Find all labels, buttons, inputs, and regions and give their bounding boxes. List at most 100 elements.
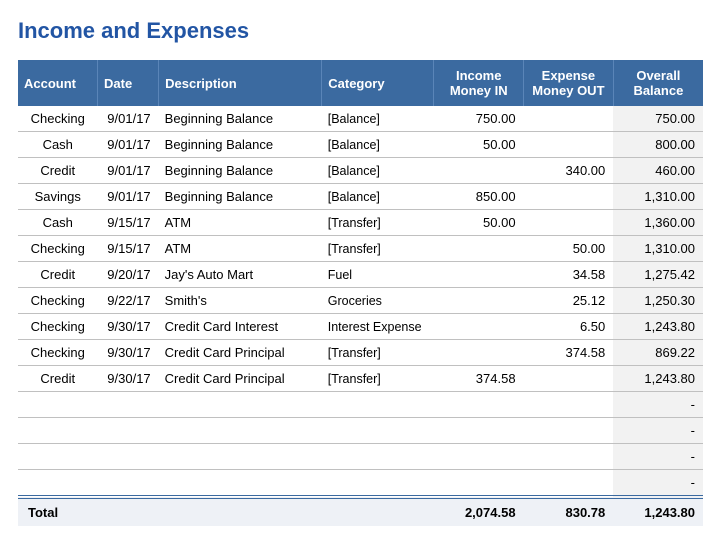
cell-category: [Balance] bbox=[322, 132, 434, 158]
cell-account: Checking bbox=[18, 314, 98, 340]
cell-balance: 1,243.80 bbox=[613, 366, 703, 392]
cell-description bbox=[159, 444, 322, 470]
cell-date: 9/01/17 bbox=[98, 106, 159, 132]
cell-expense bbox=[524, 184, 614, 210]
cell-date: 9/01/17 bbox=[98, 184, 159, 210]
cell-account: Checking bbox=[18, 340, 98, 366]
cell-income bbox=[434, 288, 524, 314]
cell-account: Cash bbox=[18, 210, 98, 236]
cell-date: 9/30/17 bbox=[98, 314, 159, 340]
cell-category: [Transfer] bbox=[322, 340, 434, 366]
table-row: Cash9/15/17ATM[Transfer]50.00 1,360.00 bbox=[18, 210, 703, 236]
col-income: Income Money IN bbox=[434, 60, 524, 106]
cell-balance: 1,310.00 bbox=[613, 236, 703, 262]
cell-balance: - bbox=[613, 444, 703, 470]
totals-row: Total 2,074.58 830.78 1,243.80 bbox=[18, 497, 703, 526]
cell-income: 750.00 bbox=[434, 106, 524, 132]
col-account: Account bbox=[18, 60, 98, 106]
cell-income: 374.58 bbox=[434, 366, 524, 392]
cell-account: Cash bbox=[18, 132, 98, 158]
cell-expense bbox=[524, 106, 614, 132]
cell-expense: 6.50 bbox=[524, 314, 614, 340]
cell-account: Credit bbox=[18, 262, 98, 288]
cell-description: Credit Card Interest bbox=[159, 314, 322, 340]
cell-category bbox=[322, 392, 434, 418]
header-row: Account Date Description Category Income… bbox=[18, 60, 703, 106]
cell-category bbox=[322, 444, 434, 470]
cell-category bbox=[322, 418, 434, 444]
cell-income bbox=[434, 158, 524, 184]
cell-balance: 869.22 bbox=[613, 340, 703, 366]
cell-account bbox=[18, 444, 98, 470]
cell-income: 850.00 bbox=[434, 184, 524, 210]
cell-expense: 34.58 bbox=[524, 262, 614, 288]
col-expense: Expense Money OUT bbox=[524, 60, 614, 106]
col-date: Date bbox=[98, 60, 159, 106]
cell-income bbox=[434, 444, 524, 470]
cell-income bbox=[434, 340, 524, 366]
cell-description: Beginning Balance bbox=[159, 158, 322, 184]
table-row: Savings9/01/17Beginning Balance[Balance]… bbox=[18, 184, 703, 210]
totals-label: Total bbox=[18, 497, 434, 526]
cell-date: 9/15/17 bbox=[98, 236, 159, 262]
table-row: Credit9/20/17Jay's Auto MartFuel 34.581,2… bbox=[18, 262, 703, 288]
cell-expense bbox=[524, 132, 614, 158]
cell-balance: 460.00 bbox=[613, 158, 703, 184]
cell-income bbox=[434, 418, 524, 444]
totals-balance: 1,243.80 bbox=[613, 497, 703, 526]
cell-date bbox=[98, 392, 159, 418]
cell-expense bbox=[524, 210, 614, 236]
cell-balance: 1,310.00 bbox=[613, 184, 703, 210]
cell-income: 50.00 bbox=[434, 210, 524, 236]
ledger-table: Account Date Description Category Income… bbox=[18, 60, 703, 526]
cell-account: Checking bbox=[18, 236, 98, 262]
cell-date: 9/30/17 bbox=[98, 340, 159, 366]
cell-expense bbox=[524, 392, 614, 418]
cell-balance: 1,275.42 bbox=[613, 262, 703, 288]
cell-account: Credit bbox=[18, 158, 98, 184]
cell-date: 9/15/17 bbox=[98, 210, 159, 236]
cell-category: [Transfer] bbox=[322, 210, 434, 236]
totals-expense: 830.78 bbox=[524, 497, 614, 526]
cell-income bbox=[434, 392, 524, 418]
cell-balance: - bbox=[613, 418, 703, 444]
cell-expense bbox=[524, 470, 614, 498]
cell-expense bbox=[524, 418, 614, 444]
cell-description: ATM bbox=[159, 210, 322, 236]
cell-income bbox=[434, 470, 524, 498]
cell-account: Savings bbox=[18, 184, 98, 210]
cell-income bbox=[434, 236, 524, 262]
cell-expense: 374.58 bbox=[524, 340, 614, 366]
cell-category: [Transfer] bbox=[322, 236, 434, 262]
cell-description: Jay's Auto Mart bbox=[159, 262, 322, 288]
table-row: - bbox=[18, 392, 703, 418]
cell-description: Smith's bbox=[159, 288, 322, 314]
cell-description: ATM bbox=[159, 236, 322, 262]
page-title: Income and Expenses bbox=[18, 18, 703, 44]
cell-description bbox=[159, 418, 322, 444]
cell-category: Fuel bbox=[322, 262, 434, 288]
cell-account bbox=[18, 470, 98, 498]
cell-balance: 1,250.30 bbox=[613, 288, 703, 314]
cell-date: 9/01/17 bbox=[98, 132, 159, 158]
cell-expense bbox=[524, 366, 614, 392]
cell-balance: 800.00 bbox=[613, 132, 703, 158]
table-row: Checking9/22/17Smith'sGroceries25.121,25… bbox=[18, 288, 703, 314]
table-row: Checking9/15/17ATM[Transfer]50.001,310.0… bbox=[18, 236, 703, 262]
cell-balance: - bbox=[613, 470, 703, 498]
cell-account: Checking bbox=[18, 288, 98, 314]
table-row: Checking9/30/17Credit Card InterestInter… bbox=[18, 314, 703, 340]
cell-category: Interest Expense bbox=[322, 314, 434, 340]
cell-expense: 340.00 bbox=[524, 158, 614, 184]
table-row: Credit9/30/17Credit Card Principal[Trans… bbox=[18, 366, 703, 392]
cell-description bbox=[159, 470, 322, 498]
cell-date: 9/20/17 bbox=[98, 262, 159, 288]
col-category: Category bbox=[322, 60, 434, 106]
table-row: - bbox=[18, 444, 703, 470]
cell-balance: 1,360.00 bbox=[613, 210, 703, 236]
col-description: Description bbox=[159, 60, 322, 106]
cell-category: [Balance] bbox=[322, 158, 434, 184]
cell-account bbox=[18, 418, 98, 444]
cell-balance: 750.00 bbox=[613, 106, 703, 132]
cell-date: 9/01/17 bbox=[98, 158, 159, 184]
